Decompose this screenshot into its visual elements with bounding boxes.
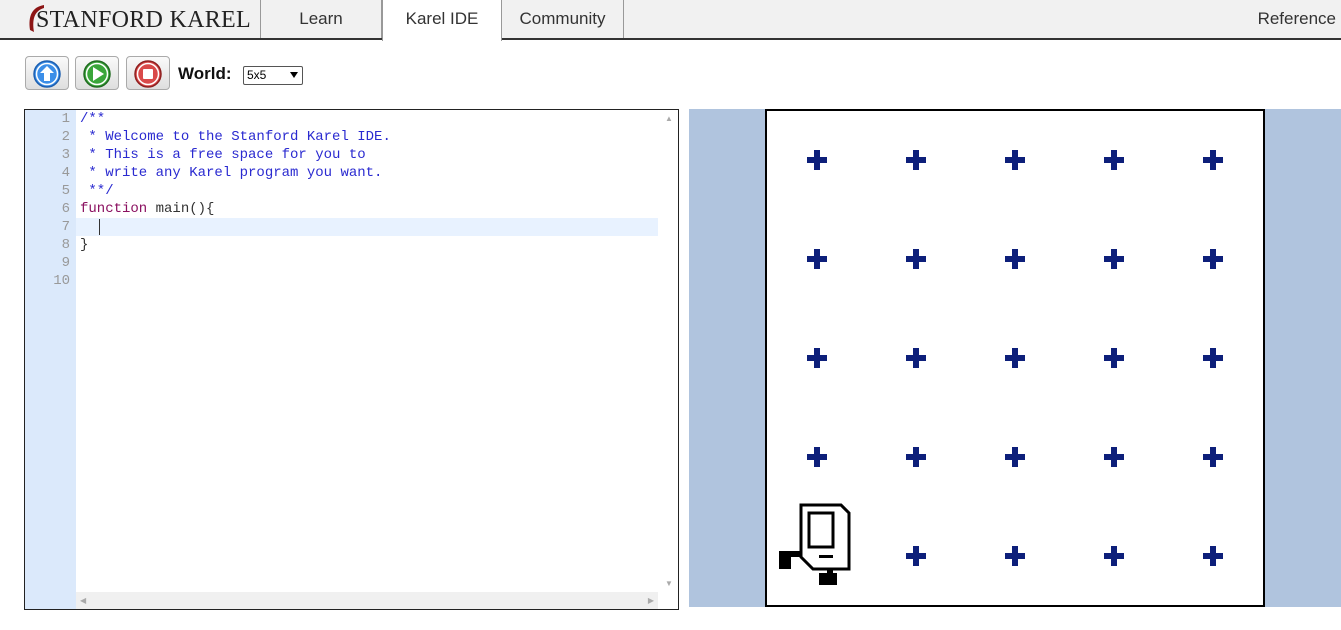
scroll-right-icon[interactable]: ▶ [648,596,654,605]
corner-marker [1005,150,1025,171]
chevron-down-icon [290,72,298,78]
corner-marker [806,446,827,467]
corner-marker [1203,150,1224,171]
code-editor[interactable]: 1 2 3 4 5 6 7 8 9 10 /** * Welcome to th… [24,109,679,610]
code-line-text: function main(){ [80,201,215,217]
corner-marker [905,446,926,467]
corner-marker [1104,150,1125,171]
karel-robot-icon [778,503,851,585]
corner-marker [1203,446,1224,467]
line-number-gutter: 1 2 3 4 5 6 7 8 9 10 [25,110,76,609]
karel-world [765,109,1265,607]
line-number: 1 [61,111,70,127]
corner-marker [1203,249,1224,270]
scroll-up-icon[interactable]: ▲ [665,114,673,123]
brand-name: STANFORD KAREL [36,7,251,33]
code-line[interactable]: } [80,236,88,254]
code-line[interactable]: **/ [80,182,113,200]
corner-marker [1005,545,1025,566]
world-select[interactable]: 5x5 [243,66,303,85]
corner-marker [806,249,827,270]
stop-icon [134,60,162,88]
corner-marker [1104,249,1125,270]
brand-logo-link[interactable]: STANFORD KAREL [0,0,261,38]
corner-marker [1104,348,1125,368]
corner-marker [1104,545,1125,566]
corner-marker [1005,348,1025,368]
world-select-value: 5x5 [247,68,267,82]
corner-marker [1104,446,1125,467]
vertical-scrollbar[interactable]: ▲ ▼ [661,110,678,592]
corner-marker [806,150,827,171]
stop-button[interactable] [126,56,170,90]
play-icon [83,60,111,88]
corner-marker [1005,249,1025,270]
scroll-down-icon[interactable]: ▼ [665,579,673,588]
tab-community[interactable]: Community [502,0,624,38]
corner-marker [905,150,926,171]
up-arrow-icon [33,60,61,88]
line-number: 9 [61,255,70,271]
line-number: 8 [61,237,70,253]
corner-marker [1005,446,1025,467]
top-nav: STANFORD KAREL Learn Karel IDE Community… [0,0,1341,41]
run-button[interactable] [75,56,119,90]
corner-marker [1203,348,1224,368]
line-number: 4 [61,165,70,181]
world-label: World: [178,64,232,83]
corner-marker [905,545,926,566]
tab-reference[interactable]: Reference [1258,0,1336,38]
active-line-highlight [76,218,658,236]
text-cursor [99,219,100,235]
corner-marker [905,249,926,270]
corner-marker [806,348,827,368]
code-line[interactable]: * Welcome to the Stanford Karel IDE. [80,128,390,146]
line-number: 10 [53,273,70,289]
tab-karel-ide[interactable]: Karel IDE [382,0,502,41]
scroll-left-icon[interactable]: ◀ [80,596,86,605]
code-line[interactable]: function main(){ [80,200,214,218]
code-line[interactable]: /** [80,110,105,128]
code-line[interactable]: * write any Karel program you want. [80,164,382,182]
corner-marker [905,348,926,368]
step-up-button[interactable] [25,56,69,90]
horizontal-scrollbar[interactable]: ◀ ▶ [76,592,658,609]
line-number: 6 [61,201,70,217]
code-line[interactable]: * This is a free space for you to [80,146,365,164]
line-number: 2 [61,129,70,145]
line-number: 5 [61,183,70,199]
line-number: 7 [61,219,70,235]
line-number: 3 [61,147,70,163]
tab-learn[interactable]: Learn [261,0,382,38]
corner-marker [1203,545,1224,566]
code-line[interactable] [80,218,105,236]
